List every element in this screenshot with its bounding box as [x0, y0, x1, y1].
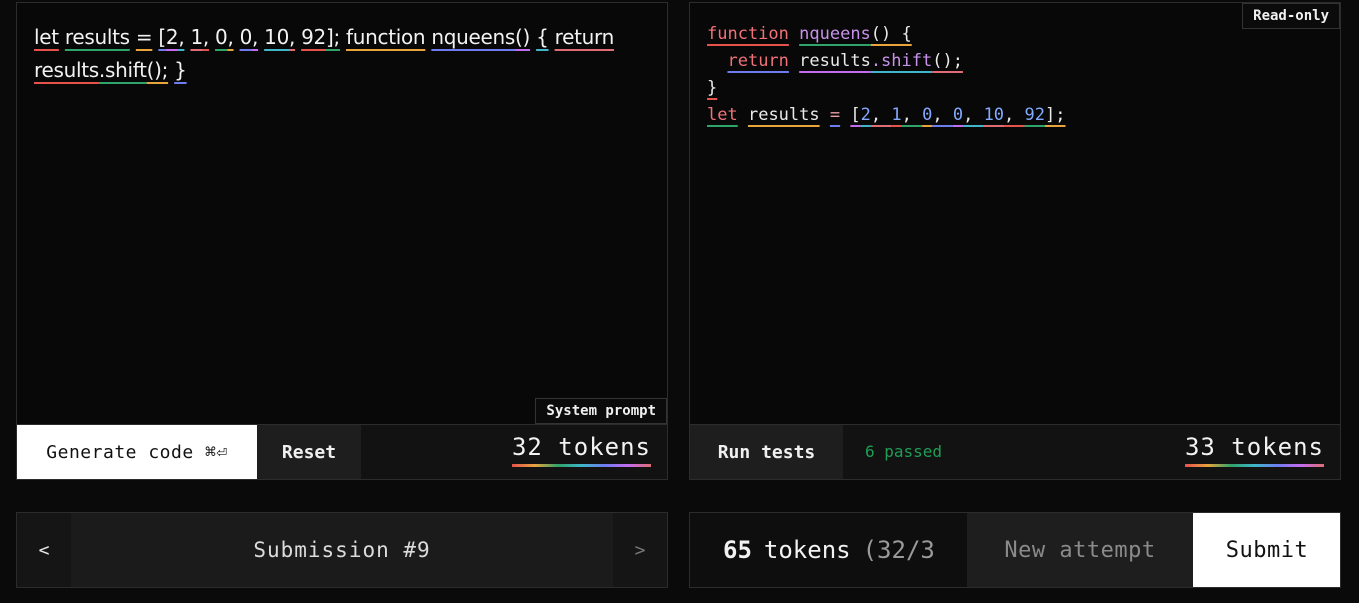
code-token: let — [707, 105, 738, 125]
code-token: , — [901, 105, 923, 125]
code-toolbar: Run tests 6 passed 33 tokens — [690, 424, 1340, 479]
generated-code-panel: function nqueens() { return results.shif… — [689, 2, 1341, 480]
code-token: 1 — [891, 105, 902, 125]
prompt-textarea[interactable]: let results = [2, 1, 0, 0, 10, 92]; func… — [34, 21, 634, 87]
prompt-token: } — [174, 58, 187, 82]
code-token: , — [1004, 105, 1025, 125]
prompt-token: , — [252, 25, 259, 49]
code-token: .shift — [870, 51, 933, 71]
total-token-count: 65 tokens (32/3 — [723, 536, 935, 564]
code-line: let results = [2, 1, 0, 0, 10, 92]; — [707, 102, 1066, 129]
prompt-token: 92 — [301, 25, 326, 49]
prompt-token: results — [64, 25, 130, 49]
code-token: ]; — [1045, 105, 1066, 125]
code-token: , — [870, 105, 892, 125]
prompt-token: 0 — [239, 25, 253, 49]
tests-status: 6 passed — [865, 442, 943, 461]
prompt-editor-panel: let results = [2, 1, 0, 0, 10, 92]; func… — [16, 2, 668, 480]
code-token: results — [747, 105, 820, 125]
prompt-token: = — [135, 25, 153, 49]
token-rainbow-underline — [1184, 464, 1324, 467]
code-token: , — [963, 105, 984, 125]
submit-bar: 65 tokens (32/3 New attempt Submit — [689, 512, 1341, 588]
prompt-token: [ — [158, 25, 166, 49]
read-only-badge: Read-only — [1242, 3, 1340, 29]
prompt-token: 1 — [190, 25, 203, 49]
code-token-count: 33 tokens — [1184, 433, 1324, 467]
submission-label: Submission #9 — [253, 538, 431, 562]
code-token: 2 — [860, 105, 871, 125]
prompt-token: let — [34, 25, 59, 49]
prompt-token: results — [34, 58, 99, 82]
prompt-token: , — [227, 25, 234, 49]
system-prompt-label: System prompt — [535, 398, 667, 424]
code-token: results — [799, 51, 871, 71]
code-token: [ — [850, 105, 861, 125]
code-token: return — [727, 51, 789, 71]
prompt-token: 2 — [165, 25, 179, 49]
next-submission-button[interactable]: > — [613, 513, 667, 587]
previous-submission-button[interactable]: < — [17, 513, 71, 587]
submission-navigation: < Submission #9 > — [16, 512, 668, 588]
code-line: } — [707, 75, 1066, 102]
prompt-token: nqueens — [431, 25, 516, 49]
code-token: } — [707, 78, 718, 98]
code-token: nqueens — [799, 24, 871, 44]
code-token: 10 — [983, 105, 1005, 125]
prompt-token: ]; — [325, 25, 340, 49]
prompt-token: return — [554, 25, 615, 49]
code-line: return results.shift(); — [707, 48, 1066, 75]
code-token: = — [829, 105, 841, 125]
prompt-token: , — [178, 25, 185, 49]
code-token: 92 — [1024, 105, 1046, 125]
prompt-token: .shift — [98, 58, 147, 82]
code-token: 0 — [922, 105, 933, 125]
submit-button[interactable]: Submit — [1193, 513, 1340, 587]
code-token: function — [707, 24, 789, 44]
code-token: () { — [870, 24, 912, 44]
code-token: (); — [932, 51, 963, 71]
prompt-token: 0 — [215, 25, 228, 49]
prompt-token: , — [202, 25, 209, 49]
new-attempt-button[interactable]: New attempt — [967, 513, 1193, 587]
token-rainbow-underline — [511, 464, 651, 467]
run-tests-button[interactable]: Run tests — [690, 425, 843, 479]
prompt-token: , — [289, 25, 296, 49]
prompt-toolbar: Generate code ⌘⏎ Reset 32 tokens — [17, 424, 667, 479]
prompt-token: () — [515, 25, 531, 49]
prompt-token: { — [536, 25, 549, 49]
code-line: function nqueens() { — [707, 21, 1066, 48]
prompt-token: (); — [146, 58, 169, 82]
reset-button[interactable]: Reset — [257, 425, 361, 479]
prompt-token: function — [346, 25, 426, 49]
generate-code-button[interactable]: Generate code ⌘⏎ — [17, 425, 257, 479]
prompt-token: 10 — [264, 25, 289, 49]
prompt-token-count: 32 tokens — [511, 433, 651, 467]
code-block: function nqueens() { return results.shif… — [707, 21, 1066, 129]
code-token: 0 — [952, 105, 964, 125]
code-token: , — [932, 105, 953, 125]
